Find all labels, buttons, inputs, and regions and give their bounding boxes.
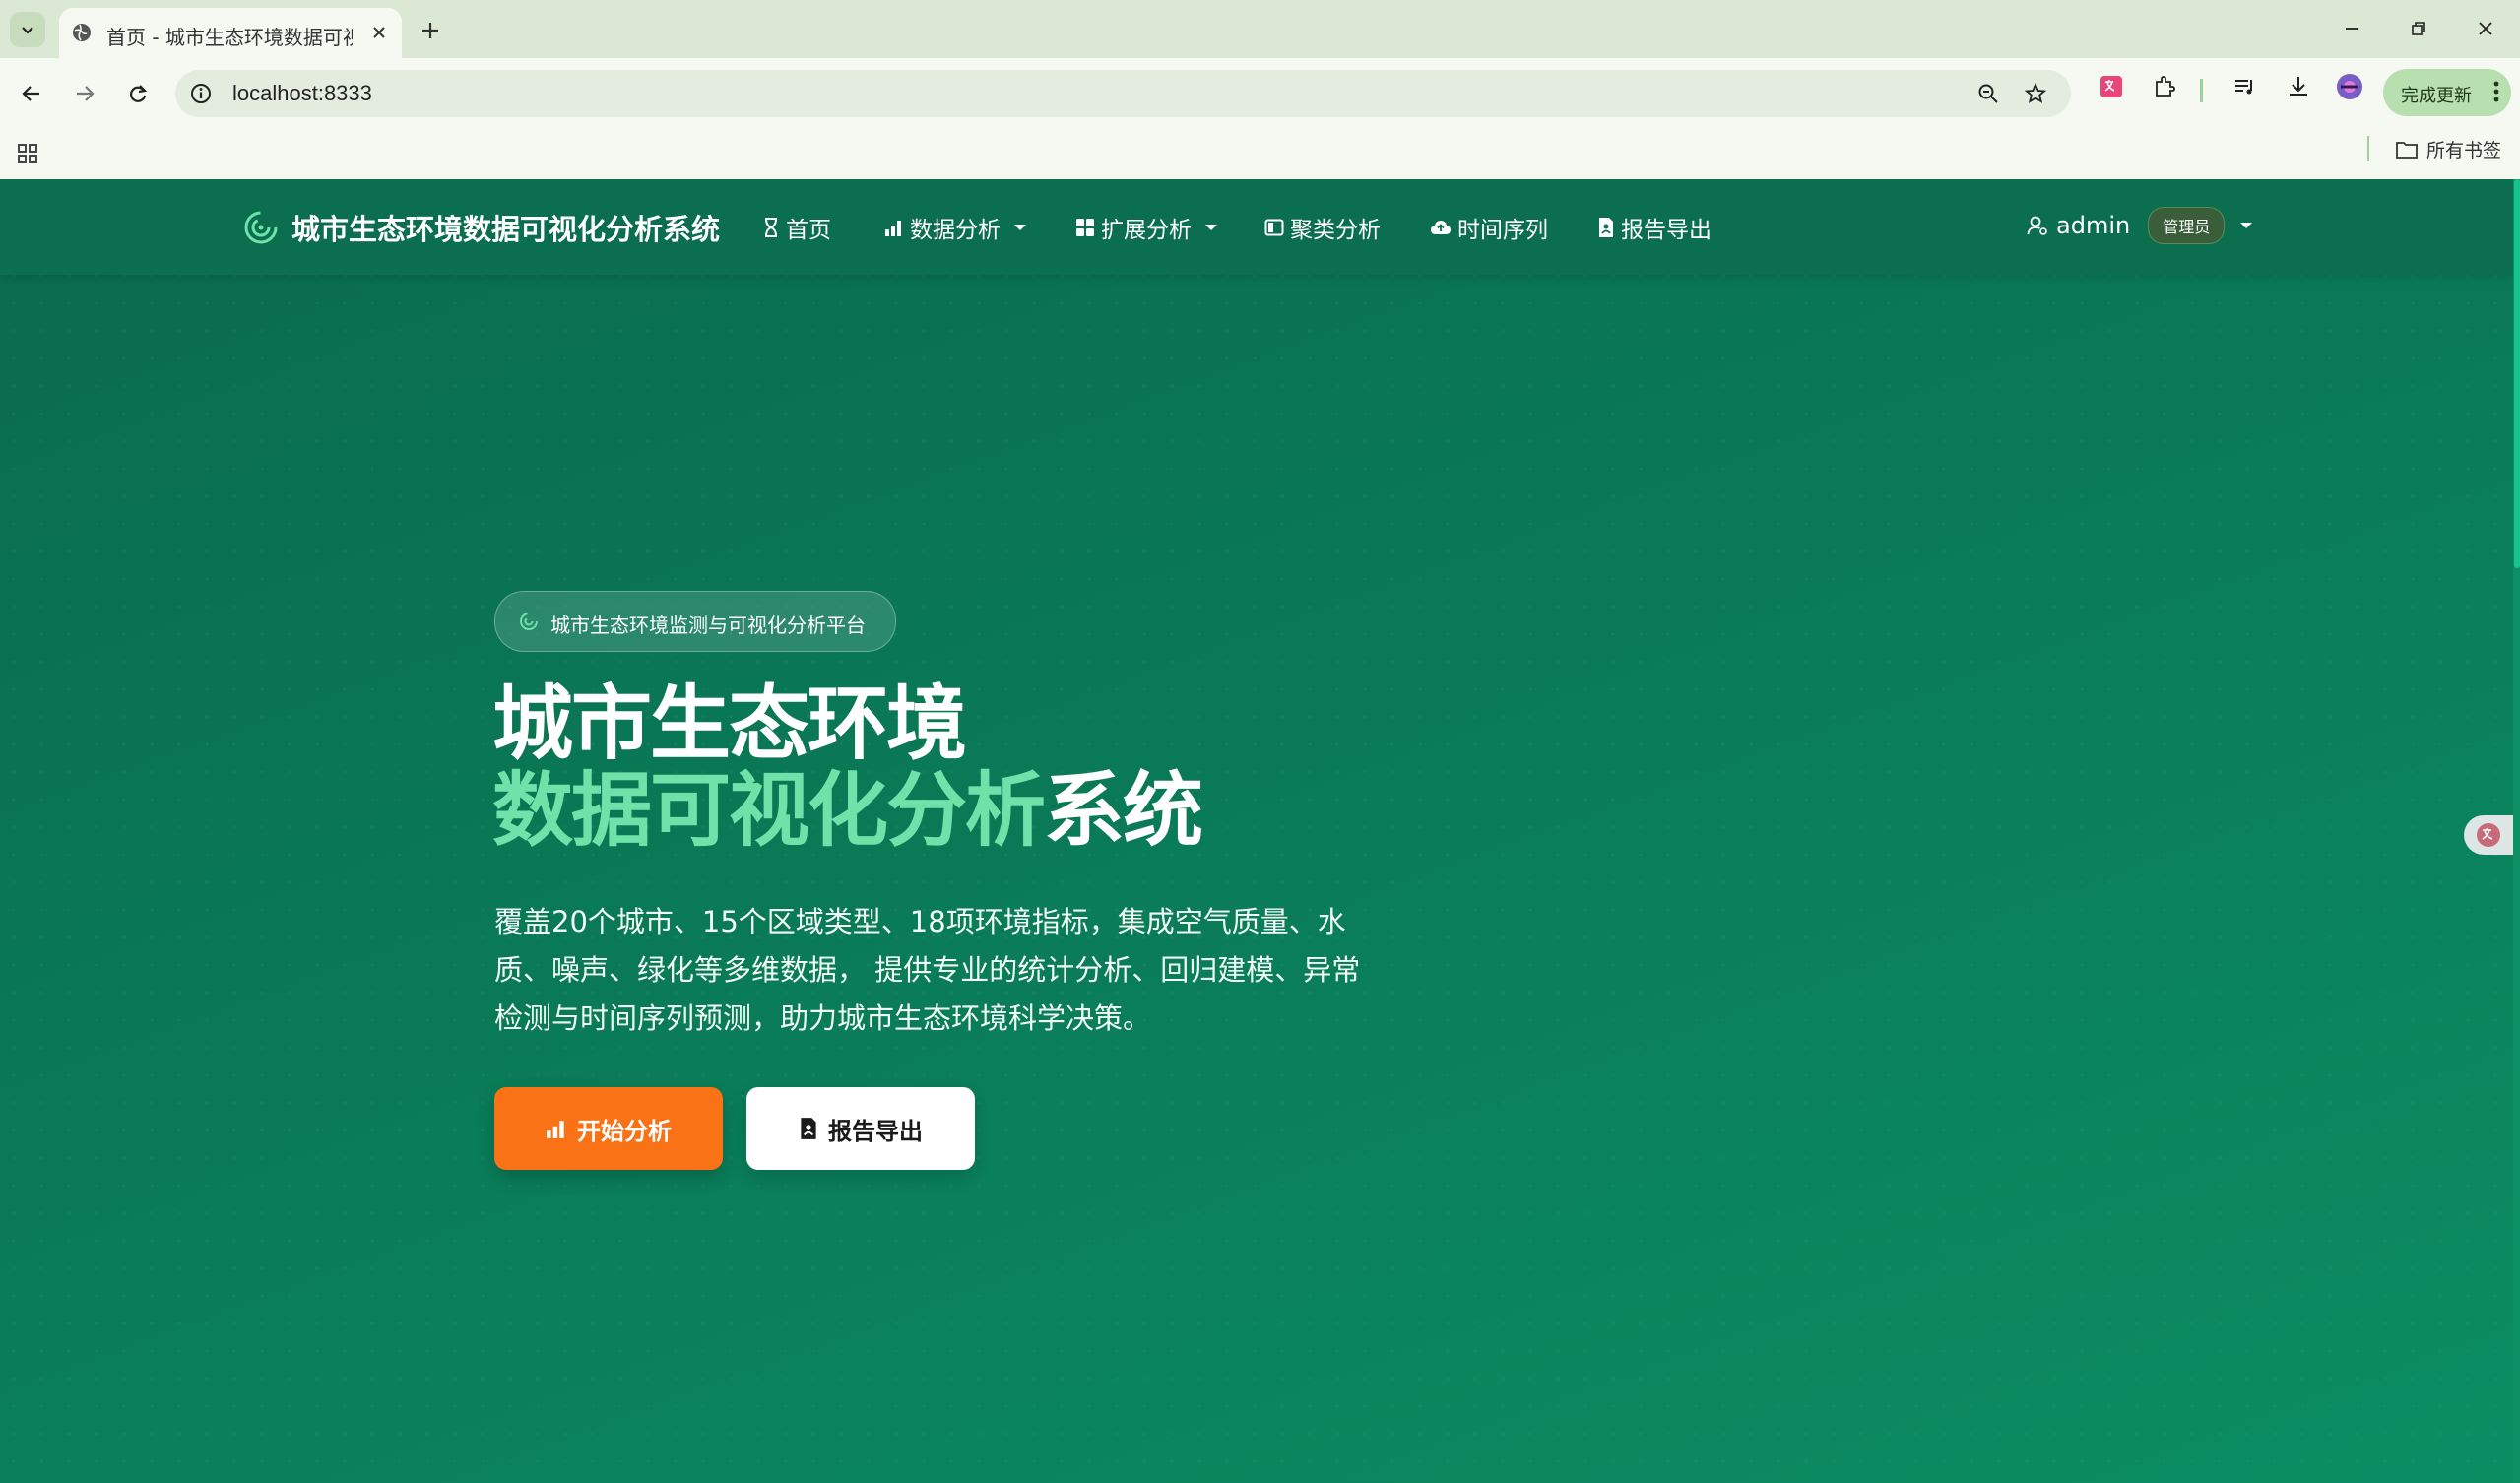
- translate-icon: [2477, 823, 2500, 847]
- start-analysis-button[interactable]: 开始分析: [494, 1087, 723, 1170]
- caret-down-icon: [2240, 223, 2253, 228]
- update-button-label: 完成更新: [2401, 86, 2472, 106]
- close-window-button[interactable]: [2458, 10, 2513, 47]
- puzzle-icon: [2156, 76, 2175, 97]
- tab-title: 首页 - 城市生态环境数据可视化: [106, 26, 353, 49]
- nav-home[interactable]: 首页: [762, 211, 831, 244]
- avatar-icon: [2337, 74, 2362, 99]
- address-bar[interactable]: localhost:8333: [175, 70, 2071, 117]
- restore-button[interactable]: [2391, 10, 2446, 47]
- bar-chart-icon: [885, 221, 901, 236]
- plus-icon: [422, 23, 438, 38]
- nav-home-label: 首页: [786, 218, 831, 243]
- platform-badge: 城市生态环境监测与可视化分析平台: [494, 591, 896, 652]
- all-bookmarks-label: 所有书签: [2426, 140, 2502, 161]
- role-badge: 管理员: [2148, 207, 2226, 244]
- caret-down-icon: [1014, 225, 1026, 230]
- url-text: localhost:8333: [232, 81, 372, 105]
- browser-tab-strip: 首页 - 城市生态环境数据可视化: [0, 0, 2520, 58]
- zoom-button[interactable]: [1975, 81, 2001, 106]
- star-icon: [2024, 82, 2047, 103]
- nav-extended-analysis[interactable]: 扩展分析: [1075, 211, 1217, 244]
- restore-icon: [2412, 22, 2425, 35]
- translate-extension-button[interactable]: [2094, 69, 2129, 104]
- bar-chart-icon: [547, 1121, 564, 1138]
- background-pattern: [0, 179, 2513, 1483]
- hourglass-icon: [765, 218, 777, 237]
- browser-tab-active[interactable]: 首页 - 城市生态环境数据可视化: [59, 8, 402, 58]
- brand-title: 城市生态环境数据可视化分析系统: [291, 213, 721, 246]
- nav-data-analysis[interactable]: 数据分析: [884, 211, 1026, 244]
- floating-translate-button[interactable]: [2464, 815, 2513, 855]
- bookmarks-divider: [2367, 136, 2369, 161]
- translate-icon: [2100, 76, 2122, 97]
- nav-report-export[interactable]: 报告导出: [1597, 211, 1712, 244]
- start-analysis-label: 开始分析: [577, 1117, 672, 1145]
- hero-title-line1: 城市生态环境: [492, 677, 967, 771]
- brand-link[interactable]: 城市生态环境数据可视化分析系统: [242, 207, 720, 248]
- user-menu[interactable]: admin 管理员: [2027, 207, 2253, 244]
- file-icon: [1599, 218, 1613, 237]
- grid-icon: [1076, 219, 1094, 236]
- report-export-button[interactable]: 报告导出: [746, 1087, 975, 1170]
- zoom-icon: [1978, 84, 1998, 103]
- web-page: 城市生态环境数据可视化分析系统 首页 数据分析 扩展分析 聚类分析 时间序列 报…: [0, 179, 2513, 1483]
- hero-title-highlight: 数据可视化分析: [492, 764, 1046, 858]
- back-button[interactable]: [12, 74, 51, 113]
- eco-logo-icon: [520, 613, 538, 630]
- new-tab-button[interactable]: [414, 14, 447, 47]
- close-icon: [2479, 22, 2492, 35]
- user-gear-icon: [2027, 216, 2047, 235]
- username: admin: [2056, 212, 2131, 239]
- media-control-button[interactable]: [2228, 69, 2263, 104]
- file-icon: [801, 1118, 816, 1139]
- nav-time-series-label: 时间序列: [1457, 218, 1548, 243]
- reload-icon: [130, 85, 148, 102]
- toolbar-divider: [2200, 79, 2203, 102]
- chevron-down-icon: [22, 27, 33, 34]
- extensions-button[interactable]: [2147, 69, 2182, 104]
- browser-toolbar: localhost:8333: [0, 58, 2520, 128]
- nav-cluster-analysis[interactable]: 聚类分析: [1264, 211, 1381, 244]
- tab-search-button[interactable]: [10, 12, 45, 47]
- tab-close-button[interactable]: [366, 20, 392, 45]
- scrollbar-thumb[interactable]: [2514, 179, 2520, 568]
- apps-grid-icon[interactable]: [16, 142, 39, 165]
- bookmark-star-button[interactable]: [2023, 81, 2048, 106]
- hero-title-line2: 数据可视化分析系统: [492, 768, 1203, 855]
- info-icon: [191, 84, 211, 103]
- folder-icon: [2396, 141, 2418, 159]
- download-icon: [2290, 77, 2307, 96]
- hero-title-rest: 系统: [1044, 764, 1203, 858]
- minimize-button[interactable]: [2324, 10, 2379, 47]
- hero-description: 覆盖20个城市、15个区域类型、18项环境指标，集成空气质量、水质、噪声、绿化等…: [494, 905, 1361, 1035]
- bookmarks-bar: 所有书签: [0, 128, 2520, 180]
- downloads-button[interactable]: [2281, 69, 2316, 104]
- hero-title: 城市生态环境 数据可视化分析系统: [492, 677, 1203, 855]
- all-bookmarks-button[interactable]: 所有书签: [2395, 136, 2501, 162]
- minimize-icon: [2346, 28, 2358, 30]
- profile-avatar[interactable]: [2332, 69, 2367, 104]
- nav-extended-analysis-label: 扩展分析: [1101, 218, 1192, 243]
- layout-icon: [1264, 219, 1284, 236]
- arrow-left-icon: [22, 86, 39, 101]
- cloud-icon: [1431, 221, 1451, 234]
- playlist-icon: [2235, 80, 2252, 95]
- site-navbar: 城市生态环境数据可视化分析系统 首页 数据分析 扩展分析 聚类分析 时间序列 报…: [0, 179, 2513, 275]
- platform-badge-text: 城市生态环境监测与可视化分析平台: [550, 613, 866, 637]
- nav-report-export-label: 报告导出: [1621, 218, 1712, 243]
- nav-data-analysis-label: 数据分析: [910, 218, 1001, 243]
- globe-icon: [73, 24, 91, 41]
- caret-down-icon: [1205, 225, 1217, 230]
- update-button[interactable]: 完成更新: [2383, 69, 2511, 116]
- report-export-label: 报告导出: [828, 1117, 923, 1145]
- nav-time-series[interactable]: 时间序列: [1430, 211, 1548, 244]
- nav-cluster-analysis-label: 聚类分析: [1290, 218, 1381, 243]
- reload-button[interactable]: [118, 74, 158, 113]
- eco-logo-icon: [244, 211, 278, 244]
- arrow-right-icon: [77, 86, 95, 101]
- more-vertical-icon: [2493, 81, 2499, 102]
- close-icon: [373, 27, 385, 38]
- forward-button[interactable]: [65, 74, 104, 113]
